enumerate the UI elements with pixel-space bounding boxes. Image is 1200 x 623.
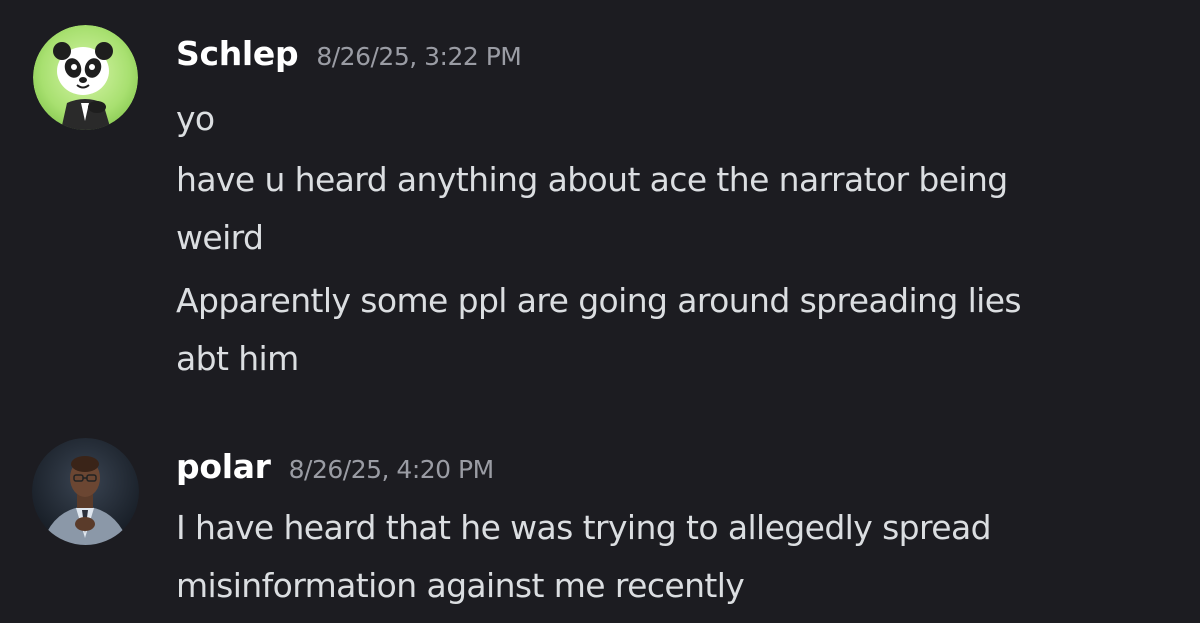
message-line: weird bbox=[176, 218, 264, 257]
message-line: Apparently some ppl are going around spr… bbox=[176, 281, 1022, 320]
message-header: polar 8/26/25, 4:20 PM bbox=[176, 447, 494, 486]
message-line: abt him bbox=[176, 339, 299, 378]
man-in-suit-avatar-icon bbox=[32, 438, 139, 545]
timestamp: 8/26/25, 3:22 PM bbox=[316, 42, 522, 71]
man-in-suit-avatar-icon[interactable] bbox=[32, 438, 139, 545]
panda-avatar-icon[interactable] bbox=[33, 25, 138, 130]
panda-avatar-icon bbox=[33, 25, 138, 130]
message-line: yo bbox=[176, 99, 215, 138]
message-line: misinformation against me recently bbox=[176, 566, 745, 605]
username[interactable]: Schlep bbox=[176, 34, 299, 73]
message-line: I have heard that he was trying to alleg… bbox=[176, 508, 992, 547]
message-header: Schlep 8/26/25, 3:22 PM bbox=[176, 34, 522, 73]
message-line: have u heard anything about ace the narr… bbox=[176, 160, 1008, 199]
username[interactable]: polar bbox=[176, 447, 271, 486]
timestamp: 8/26/25, 4:20 PM bbox=[288, 455, 495, 484]
